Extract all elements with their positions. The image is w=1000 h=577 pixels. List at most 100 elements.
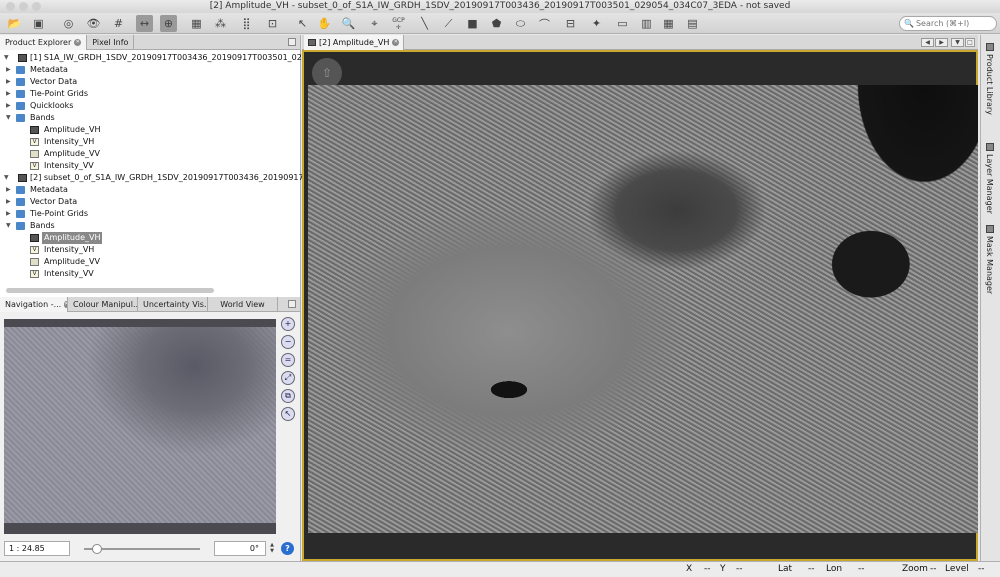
pan-tool-icon[interactable]: ✋ (316, 15, 333, 32)
zoom-in-icon[interactable]: + (281, 317, 295, 331)
status-zoom-value: -- (930, 564, 937, 574)
close-tab-icon[interactable]: ✕ (74, 39, 82, 46)
cursor-sync-icon[interactable]: ⊕ (160, 15, 177, 32)
sync-views-icon[interactable]: ⧉ (281, 389, 295, 403)
sar-image[interactable] (308, 85, 978, 533)
layout-tile-grid-icon[interactable]: ▦ (660, 15, 677, 32)
session-icon[interactable]: ◎ (60, 15, 77, 32)
select-tool-icon[interactable]: ↖ (294, 15, 311, 32)
tree-folder-bands[interactable]: ▼ Bands (0, 112, 300, 124)
next-tab-icon[interactable]: ▶ (935, 38, 948, 47)
draw-line-icon[interactable]: ╲ (416, 15, 433, 32)
zoom-factor-field[interactable]: 1 : 24.85 (4, 541, 70, 556)
collapse-arrow-icon[interactable]: ▶ (6, 76, 11, 88)
minimize-window-button[interactable] (19, 2, 28, 11)
pin-tool-icon[interactable]: ⌖ (366, 15, 383, 32)
open-product-icon[interactable]: 📂 (6, 15, 23, 32)
search-box[interactable]: 🔍 (899, 16, 997, 31)
draw-polygon-icon[interactable]: ⬟ (488, 15, 505, 32)
status-level-value: -- (978, 564, 985, 574)
zoom-out-icon[interactable]: − (281, 335, 295, 349)
expand-arrow-icon[interactable]: ▼ (6, 112, 11, 124)
tab-world-view[interactable]: World View (208, 297, 278, 312)
tab-navigation[interactable]: Navigation -...✕ (0, 297, 68, 312)
zoom-actual-icon[interactable]: = (281, 353, 295, 367)
tab-amplitude-vh[interactable]: [2] Amplitude_VH ✕ (304, 35, 405, 50)
graticule-icon[interactable]: # (110, 15, 127, 32)
tree-folder-bands[interactable]: ▼ Bands (0, 220, 300, 232)
graph-builder-icon[interactable]: ⁂ (212, 15, 229, 32)
collapse-arrow-icon[interactable]: ▶ (6, 88, 11, 100)
collapse-arrow-icon[interactable]: ▶ (6, 196, 11, 208)
expand-arrow-icon[interactable]: ▼ (6, 220, 11, 232)
tree-band[interactable]: V Intensity_VV (0, 160, 300, 172)
expand-arrow-icon[interactable]: ▼ (4, 52, 9, 64)
sync-view-icon[interactable]: 👁 (85, 15, 102, 32)
draw-ellipse-icon[interactable]: ⬭ (512, 15, 529, 32)
tree-band[interactable]: V Intensity_VH (0, 136, 300, 148)
tree-band[interactable]: Amplitude_VH (0, 124, 300, 136)
collapse-arrow-icon[interactable]: ▶ (6, 184, 11, 196)
prev-tab-icon[interactable]: ◀ (921, 38, 934, 47)
image-canvas[interactable]: ⇧ (302, 50, 978, 561)
expand-arrow-icon[interactable]: ▼ (4, 172, 9, 184)
collapse-arrow-icon[interactable]: ▶ (6, 208, 11, 220)
tree-folder-vector-data[interactable]: ▶ Vector Data (0, 76, 300, 88)
layout-tile-horizontal-icon[interactable]: ▥ (638, 15, 655, 32)
tree-folder-metadata[interactable]: ▶ Metadata (0, 184, 300, 196)
collapse-arrow-icon[interactable]: ▶ (6, 64, 11, 76)
network-icon[interactable]: ⊡ (264, 15, 281, 32)
tree-product-1[interactable]: ▼ [1] S1A_IW_GRDH_1SDV_20190917T003436_2… (0, 52, 307, 64)
close-window-button[interactable] (6, 2, 15, 11)
magic-wand-icon[interactable]: ✦ (588, 15, 605, 32)
tree-folder-metadata[interactable]: ▶ Metadata (0, 64, 300, 76)
rgb-image-icon[interactable]: ▦ (188, 15, 205, 32)
zoom-all-icon[interactable]: ⤢ (281, 371, 295, 385)
save-product-icon[interactable]: ▣ (30, 15, 47, 32)
tree-band-selected[interactable]: Amplitude_VH (0, 232, 300, 244)
zoom-tool-icon[interactable]: 🔍 (340, 15, 357, 32)
tree-band[interactable]: V Intensity_VV (0, 268, 300, 280)
tab-pixel-info[interactable]: Pixel Info (87, 35, 135, 50)
batch-processing-icon[interactable]: ⣿ (238, 15, 255, 32)
rotation-angle-field[interactable]: 0° (214, 541, 266, 556)
range-finder-icon[interactable]: ⌒ (536, 15, 553, 32)
gcp-tool-icon[interactable]: GCP ✛ (390, 15, 407, 32)
draw-rectangle-icon[interactable]: ■ (464, 15, 481, 32)
folder-icon (16, 198, 25, 206)
rotation-spinner-icon[interactable]: ▲ ▼ (268, 542, 276, 555)
tree-band[interactable]: V Intensity_VH (0, 244, 300, 256)
layer-manager-tab[interactable]: Layer Manager (985, 143, 994, 214)
tree-folder-tie-point-grids[interactable]: ▶ Tie-Point Grids (0, 88, 300, 100)
zoom-slider-handle[interactable] (92, 544, 102, 554)
tab-uncertainty-visualisation[interactable]: Uncertainty Vis... (138, 297, 208, 312)
pan-navigation-icon[interactable]: ⇧ (312, 58, 342, 88)
layout-tile-vertical-icon[interactable]: ▤ (684, 15, 701, 32)
horizontal-scrollbar[interactable] (6, 288, 214, 293)
minimize-panel-icon[interactable] (288, 38, 296, 46)
tab-product-explorer[interactable]: Product Explorer ✕ (0, 35, 88, 50)
tree-folder-vector-data[interactable]: ▶ Vector Data (0, 196, 300, 208)
maximize-view-icon[interactable]: □ (965, 38, 975, 47)
tree-folder-tie-point-grids[interactable]: ▶ Tie-Point Grids (0, 208, 300, 220)
tree-band[interactable]: Amplitude_VV (0, 256, 300, 268)
measure-tool-icon[interactable]: ⊟ (562, 15, 579, 32)
navigation-overview-image[interactable] (4, 319, 276, 534)
close-tab-icon[interactable]: ✕ (392, 39, 400, 46)
product-library-tab[interactable]: Product Library (985, 43, 994, 115)
layout-single-icon[interactable]: ▭ (614, 15, 631, 32)
search-input[interactable] (915, 19, 991, 28)
tree-band[interactable]: Amplitude_VV (0, 148, 300, 160)
tab-list-icon[interactable]: ▼ (951, 38, 964, 47)
collapse-arrow-icon[interactable]: ▶ (6, 100, 11, 112)
draw-polyline-icon[interactable]: ⟋ (440, 15, 457, 32)
help-icon[interactable]: ? (281, 542, 294, 555)
tree-product-2[interactable]: ▼ [2] subset_0_of_S1A_IW_GRDH_1SDV_20190… (0, 172, 434, 184)
tree-folder-quicklooks[interactable]: ▶ Quicklooks (0, 100, 300, 112)
tab-colour-manipulation[interactable]: Colour Manipul... (68, 297, 138, 312)
mask-manager-tab[interactable]: Mask Manager (985, 225, 994, 294)
sync-cursor-icon[interactable]: ↖ (281, 407, 295, 421)
pan-sync-icon[interactable]: ↔ (136, 15, 153, 32)
minimize-panel-icon[interactable] (288, 300, 296, 308)
zoom-window-button[interactable] (32, 2, 41, 11)
